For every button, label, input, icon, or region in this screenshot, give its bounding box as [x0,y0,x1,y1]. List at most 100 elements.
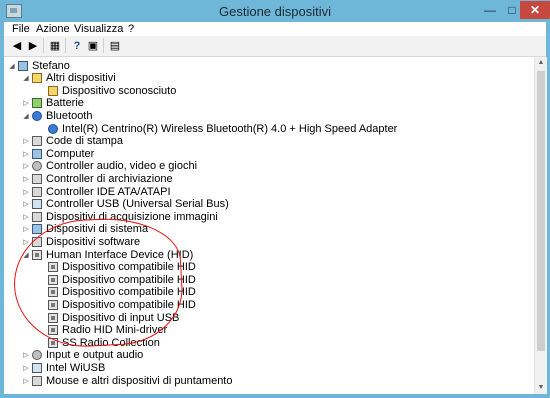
tree-child-item[interactable]: Dispositivo compatibile HID [38,273,196,286]
tree-node[interactable]: ▷ Controller IDE ATA/ATAPI [22,185,171,198]
close-button[interactable]: ✕ [520,1,550,19]
software-icon [32,236,42,247]
hid-device-icon [48,274,58,285]
properties-icon[interactable]: ▦ [48,39,62,52]
help-icon[interactable]: ? [70,39,84,52]
tree-child-item[interactable]: Dispositivo compatibile HID [38,286,196,299]
hid-icon [32,249,42,260]
tree-item-label: Computer [46,147,95,160]
tree-child-item[interactable]: Dispositivo compatibile HID [38,298,196,311]
tree-node[interactable]: ▷ Controller di archiviazione [22,172,173,185]
menu-help[interactable]: ? [128,23,134,35]
menu-azione[interactable]: Azione [36,23,70,35]
expand-arrow-icon[interactable]: ▷ [22,147,30,160]
forward-icon[interactable]: ▶ [26,39,40,52]
tree-node[interactable]: ▷ Dispositivi di sistema [22,223,148,236]
tree-node[interactable]: ▷ Controller audio, video e giochi [22,160,197,173]
tree-item-label: Dispositivo compatibile HID [62,273,196,286]
scrollbar-thumb[interactable] [537,71,545,351]
system-icon [32,224,42,235]
audio-io-icon [32,350,42,361]
tree-child-item[interactable]: SS Radio Collection [38,336,160,349]
tree-node[interactable]: ◢ Human Interface Device (HID) [22,248,193,261]
tree-node[interactable]: ◢ Bluetooth [22,109,92,122]
scan-hardware-icon[interactable]: ▤ [108,39,122,52]
tree-node[interactable]: ▷ Batterie [22,97,84,110]
computer-icon [32,148,42,159]
menu-visualizza[interactable]: Visualizza [74,23,123,35]
tree-item-label: Dispositivo di input USB [62,311,180,324]
tree-node[interactable]: ▷ Input e output audio [22,349,143,362]
hid-device-icon [48,287,58,298]
expand-arrow-icon[interactable]: ▷ [22,210,30,223]
collapse-arrow-icon[interactable]: ◢ [8,59,16,72]
expand-arrow-icon[interactable]: ▷ [22,135,30,148]
collapse-arrow-icon[interactable]: ◢ [22,248,30,261]
device-manager-window: Gestione dispositivi — □ ✕ File Azione V… [0,0,550,398]
tree-child-item[interactable]: Dispositivo di input USB [38,311,179,324]
tree-child-item[interactable]: Dispositivo sconosciuto [38,84,176,97]
expand-arrow-icon[interactable]: ▷ [22,349,30,362]
tree-child-item[interactable]: Intel(R) Centrino(R) Wireless Bluetooth(… [38,122,397,135]
expand-arrow-icon[interactable]: ▷ [22,172,30,185]
tree-node[interactable]: ▷ Dispositivi software [22,235,140,248]
tree-node[interactable]: ▷ Code di stampa [22,135,123,148]
tree-node[interactable]: ▷ Dispositivi di acquisizione immagini [22,210,218,223]
battery-icon [32,98,42,109]
minimize-button[interactable]: — [478,1,502,19]
show-hidden-icon[interactable]: ▣ [86,39,100,52]
tree-item-label: Dispositivi di sistema [46,223,149,236]
tree-item-label: Dispositivo compatibile HID [62,261,196,274]
expand-arrow-icon[interactable]: ▷ [22,97,30,110]
tree-item-label: Bluetooth [46,109,93,122]
tree-item-label: Dispositivo compatibile HID [62,298,196,311]
maximize-button[interactable]: □ [502,1,522,19]
tree-child-item[interactable]: Radio HID Mini-driver [38,324,167,337]
hid-device-icon [48,337,58,348]
collapse-arrow-icon[interactable]: ◢ [22,109,30,122]
device-tree[interactable]: ◢ Stefano ◢ Altri dispositivi Dispositivo sc… [4,57,534,394]
tree-node[interactable]: ▷ Intel WiUSB [22,361,105,374]
back-icon[interactable]: ◀ [10,39,24,52]
tree-item-label: Controller di archiviazione [46,172,173,185]
expand-arrow-icon[interactable]: ▷ [22,223,30,236]
tree-root[interactable]: ◢ Stefano [8,59,70,72]
tree-item-label: Intel(R) Centrino(R) Wireless Bluetooth(… [62,122,398,135]
expand-arrow-icon[interactable]: ▷ [22,160,30,173]
tree-node[interactable]: ◢ Altri dispositivi [22,72,115,85]
expand-arrow-icon[interactable]: ▷ [22,361,30,374]
tree-item-label: Input e output audio [46,349,144,362]
tree-item-label: Radio HID Mini-driver [62,324,168,337]
scroll-down-icon[interactable]: ▼ [535,382,547,394]
expand-arrow-icon[interactable]: ▷ [22,235,30,248]
tree-node[interactable]: ▷ Mouse e altri dispositivi di puntamento [22,374,232,387]
tree-item-label: SS Radio Collection [62,336,160,349]
expand-arrow-icon[interactable]: ▷ [22,198,30,211]
tree-item-label: Controller IDE ATA/ATAPI [46,185,171,198]
scroll-up-icon[interactable]: ▲ [535,57,547,69]
title-bar[interactable]: Gestione dispositivi — □ ✕ [0,0,550,22]
tree-node[interactable]: ▷ Controller USB (Universal Serial Bus) [22,198,228,211]
tree-item-label: Stefano [32,59,70,72]
bluetooth-icon [32,110,42,121]
tree-item-label: Human Interface Device (HID) [46,248,194,261]
toolbar: ◀ ▶ ▦ ? ▣ ▤ [4,36,546,57]
storage-icon [32,173,42,184]
hid-device-icon [48,299,58,310]
printer-icon [32,136,42,147]
tree-node[interactable]: ▷ Computer [22,147,94,160]
expand-arrow-icon[interactable]: ▷ [22,185,30,198]
tree-item-label: Intel WiUSB [46,361,106,374]
tree-child-item[interactable]: Dispositivo compatibile HID [38,261,196,274]
vertical-scrollbar[interactable]: ▲ ▼ [534,57,547,394]
expand-arrow-icon[interactable]: ▷ [22,374,30,387]
sound-icon [32,161,42,172]
collapse-arrow-icon[interactable]: ◢ [22,72,30,85]
menu-file[interactable]: File [12,23,30,35]
